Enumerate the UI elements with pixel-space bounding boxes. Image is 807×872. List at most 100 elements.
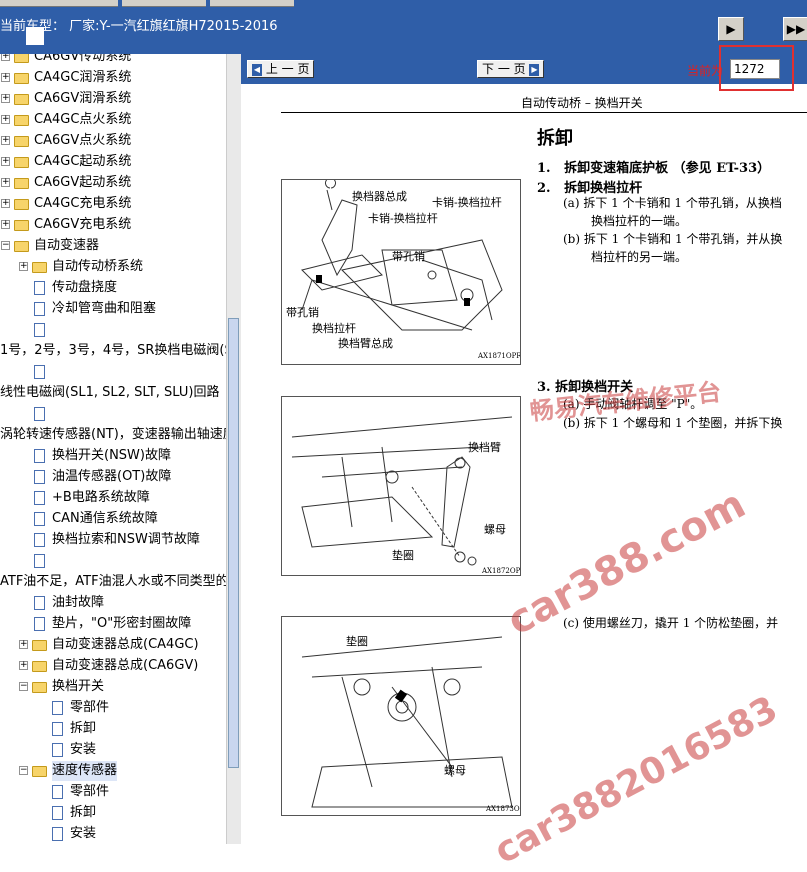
tree-item[interactable]: + CA6GV传动系统 [0, 54, 226, 67]
step-2a-cont: 换档拉杆的一端。 [591, 214, 688, 228]
prev-page-label: 上 一 页 [265, 62, 310, 76]
tree-item[interactable]: 油温传感器(OT)故障 [0, 467, 226, 487]
toggle-panes-icon[interactable]: ▶▶ [783, 17, 807, 41]
page-icon [34, 596, 45, 610]
tree-item[interactable]: − 自动变速器 [0, 236, 226, 256]
fig1-code: AX1871OPR [478, 352, 521, 360]
expand-icon[interactable]: + [1, 54, 10, 61]
folder-icon [32, 262, 47, 273]
page-icon [34, 407, 45, 421]
right-arrow-icon: ▶ [529, 63, 540, 76]
tree-item-label: 自动变速器总成(CA6GV) [52, 658, 199, 673]
expand-icon[interactable]: + [1, 199, 10, 208]
nav-tree: + CA6GV传动系统 + CA4GC润滑系统 + CA6GV润滑系统 + CA4GC点火系统… [0, 54, 226, 844]
fig1-label: 换档拉杆 [312, 322, 356, 335]
model-icon [26, 27, 44, 45]
page-icon [34, 470, 45, 484]
page-icon [34, 617, 45, 631]
expand-icon[interactable]: + [1, 94, 10, 103]
collapse-icon[interactable]: − [1, 241, 10, 250]
tree-item-label: 涡轮转速传感器(NT)，变速器输出轴速度 [0, 427, 226, 442]
tree-item[interactable]: 1号，2号，3号，4号，SR换档电磁阀(S [0, 341, 226, 361]
tree-item[interactable]: − 速度传感器 [0, 761, 226, 781]
tree-item[interactable]: 换档拉索和NSW调节故障 [0, 530, 226, 550]
expand-icon[interactable]: + [1, 178, 10, 187]
tree-item[interactable]: 拆卸 [0, 719, 226, 739]
tree-item[interactable]: 安装 [0, 824, 226, 844]
tree-item[interactable]: + CA4GC充电系统 [0, 194, 226, 214]
tree-item-label: 油封故障 [52, 595, 105, 610]
tree-item[interactable]: 安装 [0, 740, 226, 760]
tree-item[interactable]: + CA4GC点火系统 [0, 110, 226, 130]
tree-item-label: CA6GV点火系统 [34, 133, 132, 148]
fig1-label: 换档器总成 [352, 190, 407, 203]
tree-item-label: CA6GV起动系统 [34, 175, 132, 190]
fig3-code: AX1873OPR [486, 805, 520, 813]
tree-item[interactable]: + CA4GC起动系统 [0, 152, 226, 172]
fig3-label: 垫圈 [346, 635, 368, 648]
tree-item-label: 自动变速器总成(CA4GC) [52, 637, 199, 652]
tree-item[interactable]: + CA6GV充电系统 [0, 215, 226, 235]
header-rule [281, 112, 807, 113]
toolbar-strip [122, 0, 206, 7]
expand-icon[interactable]: + [1, 73, 10, 82]
expand-icon[interactable]: + [19, 262, 28, 271]
tree-item-label: 传动盘挠度 [52, 280, 118, 295]
tree-item[interactable]: 线性电磁阀(SL1, SL2, SLT, SLU)回路 [0, 383, 226, 403]
tree-item[interactable]: 涡轮转速传感器(NT)，变速器输出轴速度 [0, 425, 226, 445]
page-icon [34, 281, 45, 295]
tree-item[interactable]: + CA6GV起动系统 [0, 173, 226, 193]
page-icon [34, 491, 45, 505]
folder-icon [14, 136, 29, 147]
expand-icon[interactable]: + [1, 136, 10, 145]
scrollbar-thumb[interactable] [228, 318, 239, 768]
folder-icon [14, 157, 29, 168]
tree-item[interactable]: + CA4GC润滑系统 [0, 68, 226, 88]
expand-icon[interactable]: + [19, 640, 28, 649]
tree-item[interactable]: 油封故障 [0, 593, 226, 613]
tree-item[interactable]: 冷却管弯曲和阻塞 [0, 299, 226, 319]
tree-item[interactable]: + CA6GV点火系统 [0, 131, 226, 151]
tree-item[interactable]: 拆卸 [0, 803, 226, 823]
tree-item[interactable]: CAN通信系统故障 [0, 509, 226, 529]
tree-item[interactable] [0, 404, 226, 424]
page-icon [52, 806, 63, 820]
next-page-icon[interactable]: ▶ [718, 17, 744, 41]
collapse-icon[interactable]: − [19, 766, 28, 775]
page-icon [34, 554, 45, 568]
next-page-button[interactable]: 下 一 页 ▶ [477, 60, 545, 78]
tree-item-label: 拆卸 [70, 805, 97, 820]
tree-item[interactable]: + 自动传动桥系统 [0, 257, 226, 277]
tree-scrollbar[interactable] [226, 54, 241, 844]
fig1-label: 卡销-换档拉杆 [432, 196, 502, 209]
tree-item[interactable]: 零部件 [0, 698, 226, 718]
tree-item[interactable]: + 自动变速器总成(CA6GV) [0, 656, 226, 676]
tree-item[interactable]: +B电路系统故障 [0, 488, 226, 508]
tree-item[interactable] [0, 362, 226, 382]
tree-item[interactable]: − 换档开关 [0, 677, 226, 697]
tree-item[interactable]: 传动盘挠度 [0, 278, 226, 298]
tree-item[interactable]: ATF油不足，ATF油混人水或不同类型的 [0, 572, 226, 592]
expand-icon[interactable]: + [1, 220, 10, 229]
page-icon [52, 743, 63, 757]
tree-item-label: 零部件 [70, 784, 110, 799]
collapse-icon[interactable]: − [19, 682, 28, 691]
expand-icon[interactable]: + [19, 661, 28, 670]
tree-item[interactable] [0, 551, 226, 571]
tree-item[interactable]: 垫片，"O"形密封圈故障 [0, 614, 226, 634]
tree-item-label: 线性电磁阀(SL1, SL2, SLT, SLU)回路 [0, 385, 220, 400]
tree-item[interactable] [0, 320, 226, 340]
tree-item[interactable]: + 自动变速器总成(CA4GC) [0, 635, 226, 655]
folder-icon [14, 241, 29, 252]
tree-item-label: 安装 [70, 826, 97, 841]
prev-page-button[interactable]: ◀ 上 一 页 [247, 60, 315, 78]
section-title: 拆卸 [537, 128, 573, 149]
tree-item-label: CA4GC起动系统 [34, 154, 132, 169]
step-2a: (a) 拆下 1 个卡销和 1 个带孔销，从换档 [563, 196, 782, 210]
tree-item[interactable]: 零部件 [0, 782, 226, 802]
tree-item[interactable]: 换档开关(NSW)故障 [0, 446, 226, 466]
expand-icon[interactable]: + [1, 157, 10, 166]
expand-icon[interactable]: + [1, 115, 10, 124]
step-1: 1. 拆卸变速箱底护板 （参见 ET-33） [537, 161, 771, 176]
tree-item[interactable]: + CA6GV润滑系统 [0, 89, 226, 109]
